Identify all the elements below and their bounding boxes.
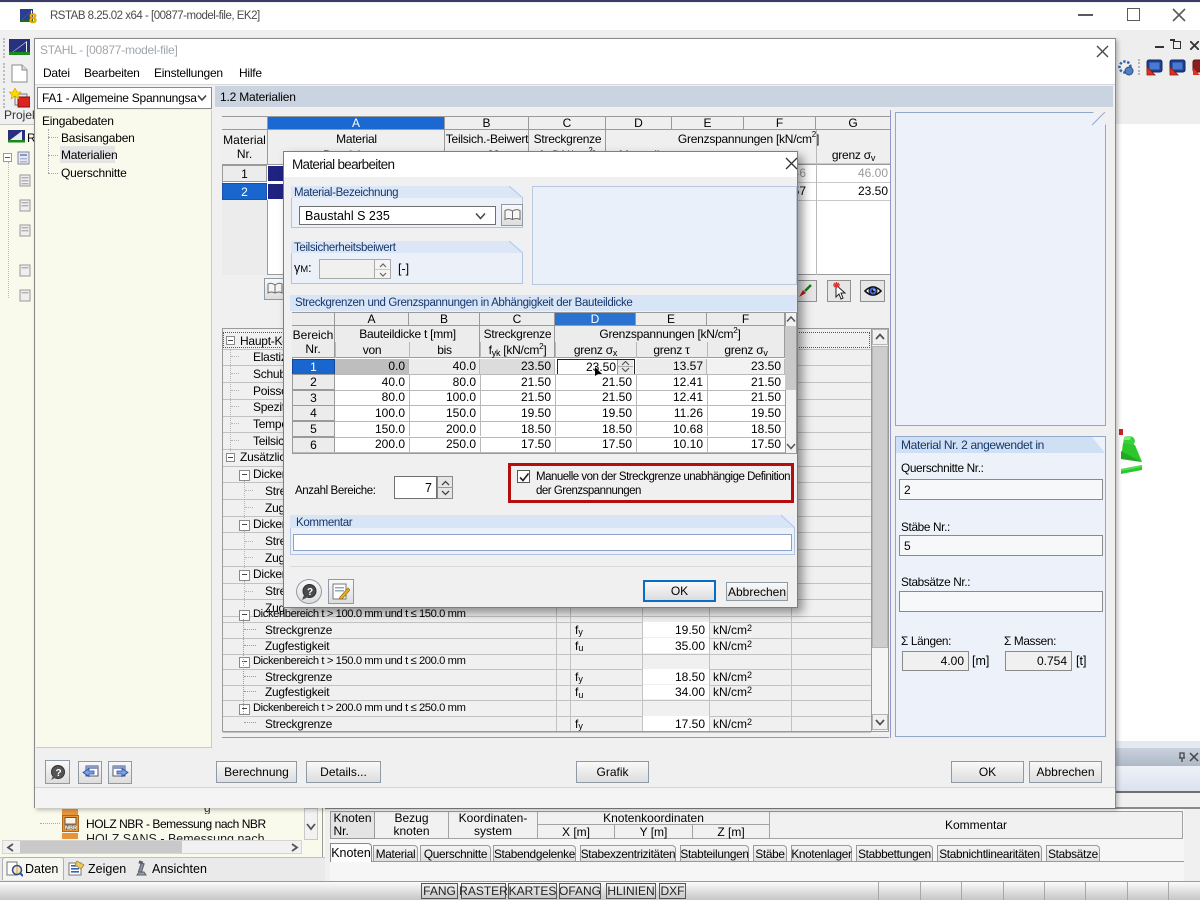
svg-text:NBR: NBR bbox=[65, 826, 77, 832]
svg-text:R: R bbox=[27, 131, 34, 145]
svg-text:8: 8 bbox=[29, 10, 37, 25]
svg-text:?: ? bbox=[307, 587, 313, 598]
svg-text:?: ? bbox=[56, 768, 62, 779]
